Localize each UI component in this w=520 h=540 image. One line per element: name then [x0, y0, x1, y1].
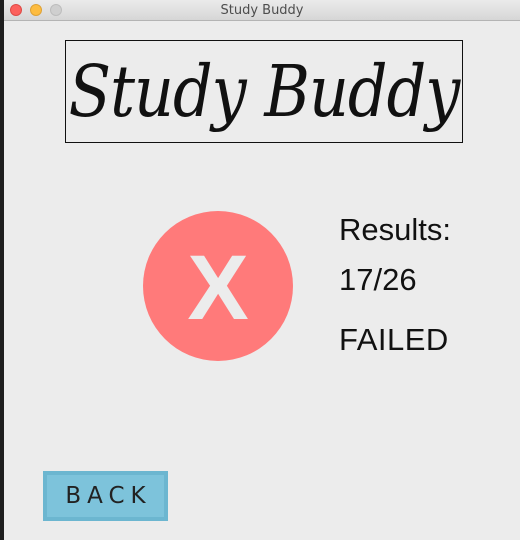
result-status: FAILED	[339, 322, 449, 357]
results-label: Results:	[339, 212, 451, 247]
failed-result-indicator: X	[143, 211, 293, 361]
title-bar: Study Buddy	[4, 0, 520, 21]
app-window: Study Buddy Study Buddy X Results: 17/26…	[4, 0, 520, 540]
window-title: Study Buddy	[220, 3, 304, 18]
x-icon: X	[187, 237, 249, 339]
app-logo: Study Buddy	[65, 40, 463, 143]
logo-text: Study Buddy	[68, 49, 461, 134]
score-value: 17/26	[339, 262, 417, 297]
back-button[interactable]: BACK	[43, 471, 168, 521]
